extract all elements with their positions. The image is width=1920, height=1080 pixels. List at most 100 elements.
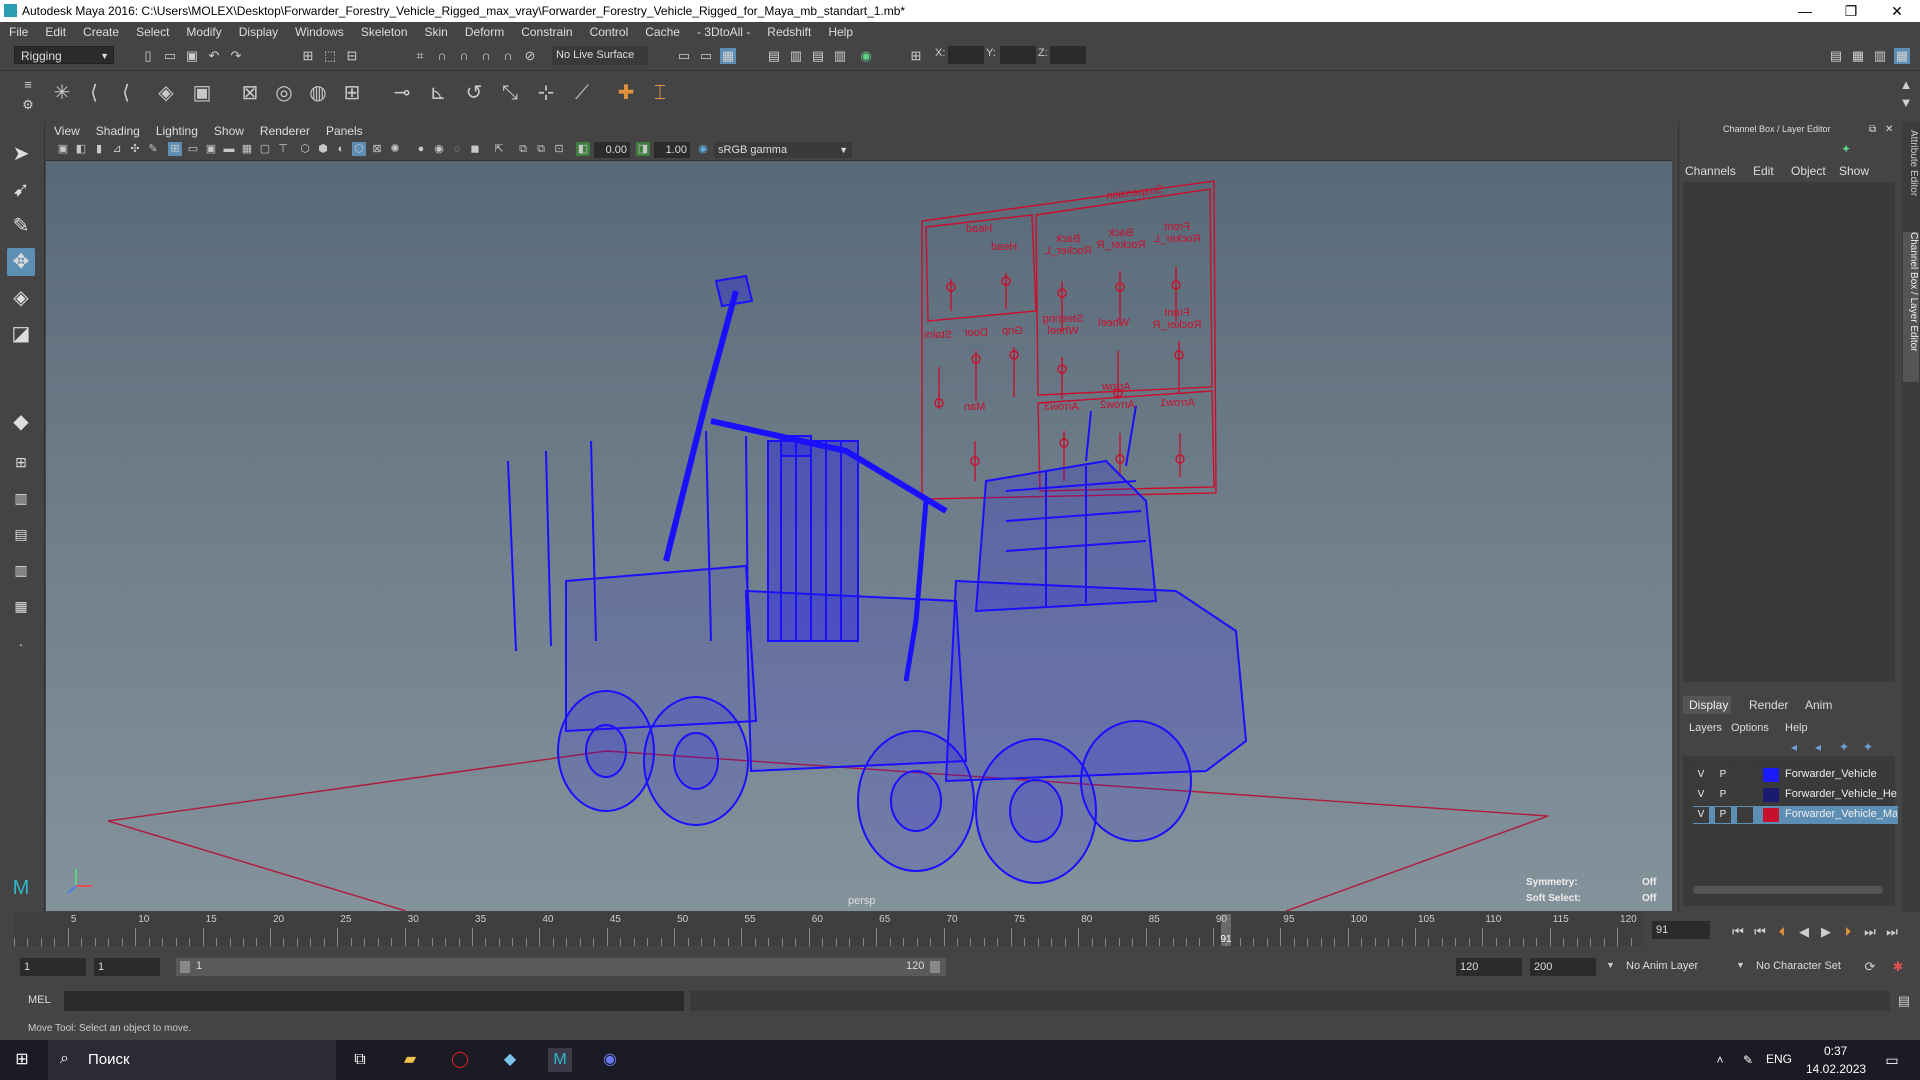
controls-board[interactable] (921, 180, 1217, 500)
new-layer-icon[interactable]: ✦ (1839, 740, 1849, 754)
anim-layer-selector[interactable]: No Anim Layer (1626, 960, 1698, 972)
exposure-icon[interactable]: ◧ (576, 142, 590, 156)
gate-mask-icon[interactable]: ▬ (222, 142, 236, 156)
wireframe-shading-icon[interactable]: ⬡ (298, 142, 312, 156)
xray-joints-icon[interactable]: ⧉ (534, 142, 548, 156)
go-to-end-icon[interactable]: ⏭ (1884, 924, 1900, 940)
menu-control[interactable]: Control (581, 22, 637, 39)
maya-taskbar-icon[interactable]: M (548, 1048, 572, 1072)
layer-display-type[interactable] (1737, 767, 1753, 783)
menu-windows[interactable]: Windows (286, 22, 352, 39)
chevron-down-icon[interactable]: ▼ (1736, 960, 1745, 970)
shelf-scroll-up-icon[interactable]: ▲ (1898, 77, 1914, 93)
layer-color-swatch[interactable] (1763, 768, 1779, 782)
human-ik-icon[interactable]: ▦ (1850, 48, 1866, 64)
snap-surface-icon[interactable]: ∩ (500, 48, 516, 64)
tab-anim[interactable]: Anim (1805, 698, 1832, 712)
taskbar-clock-time[interactable]: 0:37 (1824, 1044, 1847, 1058)
select-by-component-icon[interactable]: ⊟ (344, 48, 360, 64)
use-all-lights-icon[interactable]: ✺ (388, 142, 402, 156)
persp-graph-layout-icon[interactable]: ▤ (7, 520, 35, 548)
script-language-label[interactable]: MEL (28, 994, 51, 1006)
single-perspective-layout-icon[interactable]: ◆ (7, 408, 35, 436)
image-plane-icon[interactable]: ⊿ (110, 142, 124, 156)
open-scene-icon[interactable]: ▭ (162, 48, 178, 64)
time-slider[interactable]: 91 5 10 15 20 25 30 35 40 45 50 55 60 65 70 75 80 85 90 95… (0, 912, 1920, 952)
channelbox-menu-edit[interactable]: Edit (1753, 164, 1774, 178)
panel-close-icon[interactable]: ✕ (1885, 124, 1893, 135)
orient-constraint-icon[interactable]: ↺ (460, 79, 488, 107)
layer-display-type[interactable] (1737, 807, 1753, 823)
aim-constraint-icon[interactable]: ⊹ (532, 79, 560, 107)
go-to-start-icon[interactable]: ⏮ (1730, 924, 1746, 940)
step-forward-frame-icon[interactable]: ⏵ (1840, 924, 1856, 940)
shelf-settings-icon[interactable]: ⚙ (20, 97, 36, 113)
paint-weights-icon[interactable]: ▣ (188, 79, 216, 107)
exposure-field[interactable]: 0.00 (594, 142, 630, 158)
viewport-menu-renderer[interactable]: Renderer (252, 122, 318, 138)
scale-tool-icon[interactable]: ◪ (7, 320, 35, 348)
time-ruler[interactable]: 91 5101520253035404550556065707580859095… (14, 912, 1644, 946)
new-layer-selected-icon[interactable]: ✦ (1863, 740, 1873, 754)
animation-end-field[interactable]: 200 (1530, 958, 1596, 976)
persp-outliner-layout-icon[interactable]: ▥ (7, 484, 35, 512)
anti-aliasing-icon[interactable]: ◼ (468, 142, 482, 156)
lattice-icon[interactable]: ◎ (270, 79, 298, 107)
cluster-icon[interactable]: ⊠ (236, 79, 264, 107)
shadows-icon[interactable]: ● (414, 142, 428, 156)
layer-playback-toggle[interactable]: P (1715, 807, 1731, 823)
default-material-icon[interactable]: ◐ (334, 142, 348, 156)
curve-control-icon[interactable]: ⌶ (646, 79, 674, 107)
grid-toggle-icon[interactable]: ⊞ (168, 142, 182, 156)
minimize-button[interactable]: — (1782, 0, 1828, 22)
y-coordinate-field[interactable] (1000, 46, 1036, 64)
windows-start-icon[interactable]: ⊞ (10, 1048, 34, 1072)
save-scene-icon[interactable]: ▣ (184, 48, 200, 64)
camera-select-icon[interactable]: ▣ (56, 142, 70, 156)
hypershade-icon[interactable]: ◉ (858, 48, 874, 64)
character-set-selector[interactable]: No Character Set (1756, 960, 1841, 972)
layer-row[interactable]: V P Forwarder_Vehicle (1693, 766, 1898, 784)
channel-list[interactable] (1683, 182, 1895, 682)
sculpt-deformer-icon[interactable]: ⊞ (338, 79, 366, 107)
chevron-down-icon[interactable]: ▼ (1606, 960, 1615, 970)
undo-icon[interactable]: ↶ (206, 48, 222, 64)
restore-button[interactable]: ❐ (1828, 0, 1874, 22)
parent-constraint-icon[interactable]: ⊸ (388, 79, 416, 107)
live-surface-field[interactable]: No Live Surface (552, 46, 648, 65)
render-view-icon[interactable]: ▤ (766, 48, 782, 64)
grease-pencil-icon[interactable]: ✎ (146, 142, 160, 156)
tray-network-icon[interactable]: ✎ (1736, 1048, 1760, 1072)
snap-live-icon[interactable]: ⊘ (522, 48, 538, 64)
layer-visibility-toggle[interactable]: V (1693, 807, 1709, 823)
z-coordinate-field[interactable] (1050, 46, 1086, 64)
step-back-frame-icon[interactable]: ⏴ (1774, 924, 1790, 940)
snap-point-icon[interactable]: ∩ (456, 48, 472, 64)
lasso-tool-icon[interactable]: ➹ (7, 176, 35, 204)
point-constraint-icon[interactable]: ⊾ (424, 79, 452, 107)
rotate-tool-icon[interactable]: ◈ (7, 284, 35, 312)
screen-space-ao-icon[interactable]: ◉ (432, 142, 446, 156)
isolate-select-icon[interactable]: ⇱ (492, 142, 506, 156)
shelf-scroll-down-icon[interactable]: ▼ (1898, 95, 1914, 111)
menu-file[interactable]: File (0, 22, 36, 39)
bind-skin-icon[interactable]: ◈ (152, 79, 180, 107)
menu-deform[interactable]: Deform (456, 22, 512, 39)
menu-cache[interactable]: Cache (636, 22, 688, 39)
viewport-menu-show[interactable]: Show (206, 122, 252, 138)
menu-help[interactable]: Help (819, 22, 861, 39)
move-layer-up-icon[interactable]: ◂ (1791, 740, 1797, 754)
taskbar-search-box[interactable]: ⌕ Поиск (48, 1040, 336, 1080)
move-layer-down-icon[interactable]: ◂ (1815, 740, 1821, 754)
range-end-handle[interactable] (930, 961, 940, 973)
menu-set-selector[interactable]: Rigging ▼ (14, 46, 114, 64)
layer-playback-toggle[interactable]: P (1715, 767, 1731, 783)
xray-icon[interactable]: ⧉ (516, 142, 530, 156)
auto-key-icon[interactable]: ⟳ (1862, 959, 1878, 975)
channelbox-menu-channels[interactable]: Channels (1685, 164, 1736, 178)
new-scene-icon[interactable]: ▯ (140, 48, 156, 64)
viewport-menu-view[interactable]: View (46, 122, 88, 138)
file-explorer-icon[interactable]: ▰ (398, 1048, 422, 1072)
render-settings-icon[interactable]: ▥ (832, 48, 848, 64)
gamma-icon[interactable]: ◨ (636, 142, 650, 156)
